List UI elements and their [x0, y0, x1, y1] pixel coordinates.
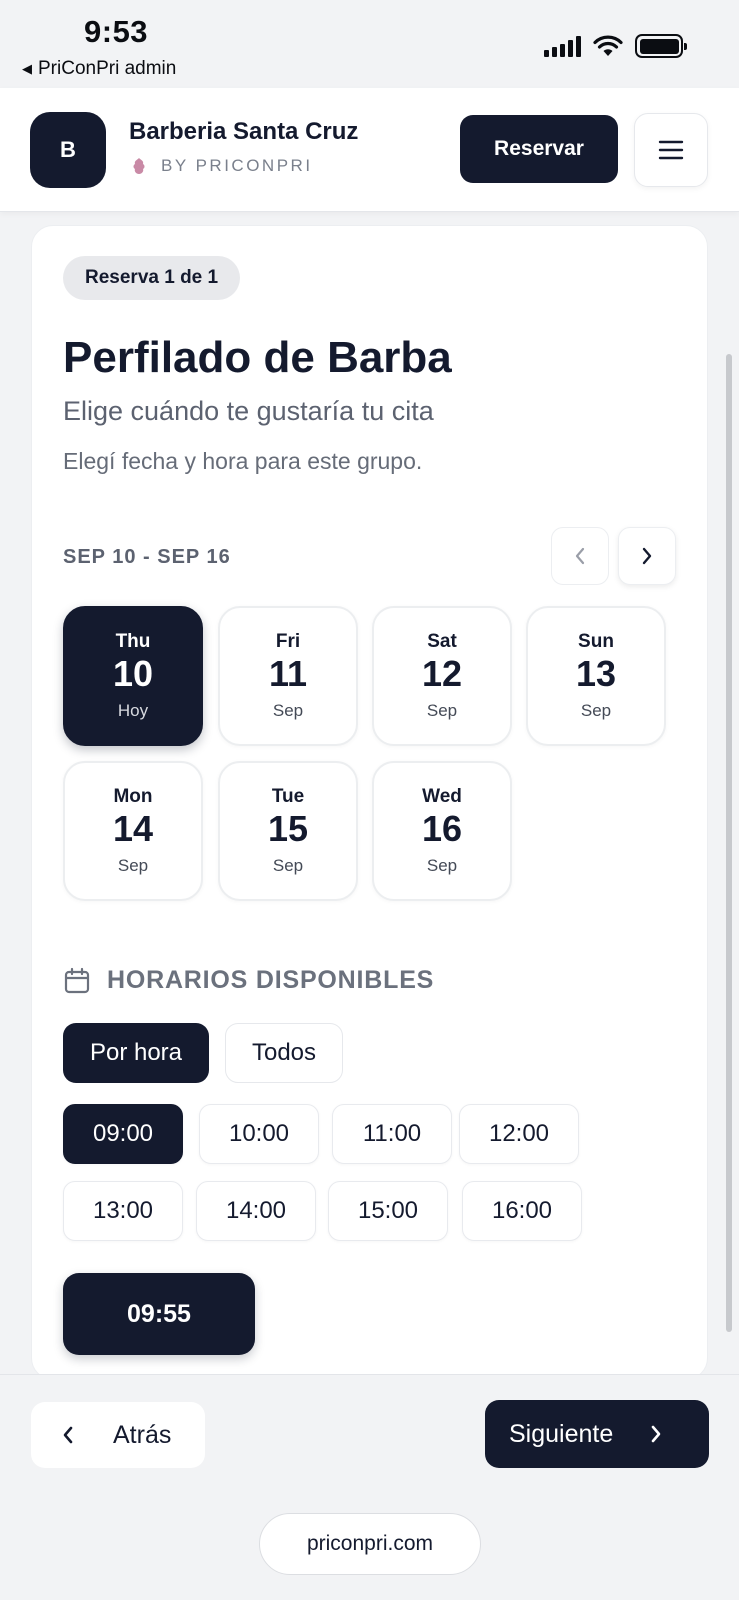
day-number: 14	[112, 808, 154, 850]
day-weekday: Mon	[113, 786, 153, 808]
reserve-button[interactable]: Reservar	[460, 115, 618, 183]
byline: BY PRICONPRI	[131, 156, 313, 176]
time-slot-1000[interactable]: 10:00	[199, 1104, 319, 1164]
chevron-right-icon	[642, 547, 652, 565]
day-number: 11	[268, 653, 308, 695]
status-bar: 9:53 ◀ PriConPri admin	[0, 0, 739, 88]
date-range-label: SEP 10 - SEP 16	[63, 546, 231, 568]
back-to-app-link[interactable]: ◀ PriConPri admin	[22, 58, 176, 80]
day-sub: Sep	[580, 700, 612, 720]
day-weekday: Sat	[427, 631, 457, 653]
time-slot-1600[interactable]: 16:00	[462, 1181, 582, 1241]
next-button-label: Siguiente	[509, 1419, 614, 1448]
booking-step-badge: Reserva 1 de 1	[63, 256, 241, 300]
day-tile-tue-15[interactable]: Tue 15 Sep	[218, 761, 358, 901]
byline-text: BY PRICONPRI	[161, 156, 313, 175]
availability-header: HORARIOS DISPONIBLES	[63, 966, 434, 995]
day-tile-thu-10[interactable]: Thu 10 Hoy	[63, 606, 203, 746]
day-tile-wed-16[interactable]: Wed 16 Sep	[372, 761, 512, 901]
day-sub: Sep	[426, 700, 458, 720]
day-weekday: Sun	[578, 631, 614, 653]
day-tile-fri-11[interactable]: Fri 11 Sep	[218, 606, 358, 746]
time-slot-0900[interactable]: 09:00	[63, 1104, 183, 1164]
selected-time-button[interactable]: 09:55	[63, 1273, 255, 1355]
service-title: Perfilado de Barba	[63, 333, 452, 382]
back-button-label: Atrás	[113, 1420, 172, 1449]
battery-icon	[635, 34, 687, 58]
business-name: Barberia Santa Cruz	[129, 118, 359, 145]
time-slot-1200[interactable]: 12:00	[459, 1104, 579, 1164]
wifi-icon	[593, 35, 623, 56]
previous-week-button[interactable]	[551, 527, 609, 585]
calendar-icon	[64, 967, 90, 993]
day-weekday: Tue	[271, 786, 305, 808]
day-sub: Hoy	[117, 700, 149, 720]
day-number: 10	[112, 653, 154, 695]
chevron-right-icon	[651, 1425, 661, 1443]
booking-card: Reserva 1 de 1 Perfilado de Barba Elige …	[31, 225, 708, 1380]
service-subtitle: Elige cuándo te gustaría tu cita	[63, 396, 434, 426]
back-triangle-icon: ◀	[22, 61, 32, 76]
time-slot-1400[interactable]: 14:00	[196, 1181, 316, 1241]
back-button[interactable]: Atrás	[31, 1402, 205, 1468]
app-header: B Barberia Santa Cruz BY PRICONPRI Reser…	[0, 88, 739, 212]
day-weekday: Fri	[275, 631, 301, 653]
next-week-button[interactable]	[618, 527, 676, 585]
day-weekday: Wed	[422, 786, 462, 808]
day-sub: Sep	[272, 700, 304, 720]
status-time: 9:53	[84, 14, 149, 49]
tab-por-hora[interactable]: Por hora	[63, 1023, 209, 1083]
bottom-bar: Atrás Siguiente priconpri.com	[0, 1374, 739, 1600]
priconpri-logo-icon	[133, 158, 145, 174]
business-logo: B	[30, 112, 106, 188]
day-number: 12	[421, 653, 463, 695]
chevron-left-icon	[63, 1426, 73, 1444]
day-sub: Sep	[117, 855, 149, 875]
time-slot-1100[interactable]: 11:00	[332, 1104, 452, 1164]
day-tile-sat-12[interactable]: Sat 12 Sep	[372, 606, 512, 746]
day-weekday: Thu	[115, 631, 151, 653]
tab-todos[interactable]: Todos	[225, 1023, 343, 1083]
day-number: 13	[575, 653, 617, 695]
back-app-label: PriConPri admin	[38, 58, 177, 79]
day-sub: Sep	[426, 855, 458, 875]
time-slot-1300[interactable]: 13:00	[63, 1181, 183, 1241]
day-tile-sun-13[interactable]: Sun 13 Sep	[526, 606, 666, 746]
day-sub: Sep	[272, 855, 304, 875]
availability-label: HORARIOS DISPONIBLES	[107, 966, 435, 994]
day-number: 16	[421, 808, 463, 850]
time-slot-1500[interactable]: 15:00	[328, 1181, 448, 1241]
menu-button[interactable]	[634, 113, 708, 187]
helper-text: Elegí fecha y hora para este grupo.	[63, 448, 423, 474]
chevron-left-icon	[575, 547, 585, 565]
signal-icon	[544, 35, 581, 57]
site-url-pill[interactable]: priconpri.com	[259, 1513, 481, 1575]
day-number: 15	[267, 808, 309, 850]
hamburger-menu-icon	[658, 140, 684, 160]
scrollbar[interactable]	[726, 354, 732, 1332]
day-tile-mon-14[interactable]: Mon 14 Sep	[63, 761, 203, 901]
next-button[interactable]: Siguiente	[485, 1400, 709, 1468]
system-icons	[544, 34, 687, 58]
